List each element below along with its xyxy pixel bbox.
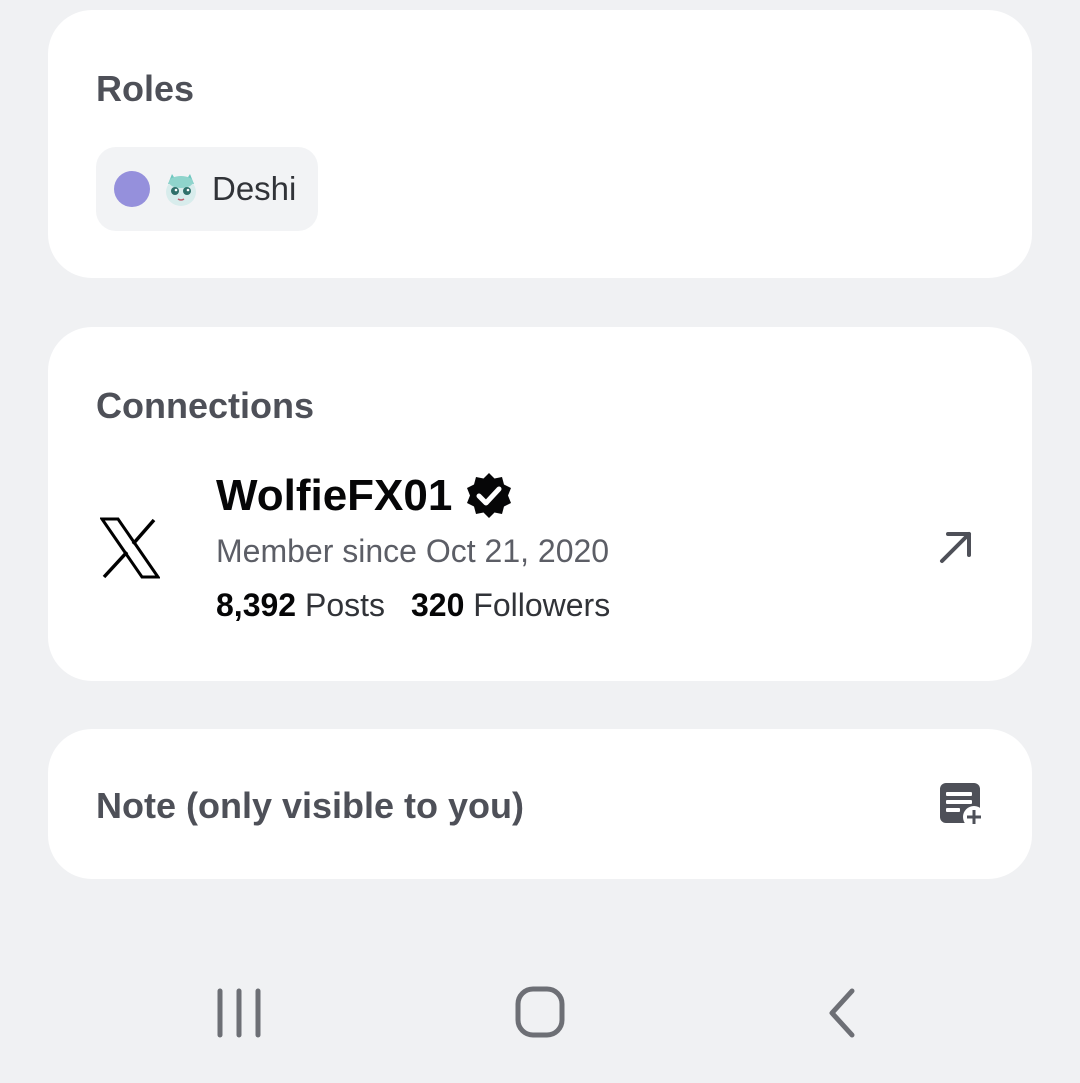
- back-icon[interactable]: [814, 985, 874, 1041]
- role-emoji-icon: [166, 174, 196, 206]
- connections-title: Connections: [96, 385, 315, 426]
- posts-label: Posts: [304, 587, 385, 623]
- note-card[interactable]: Note (only visible to you): [48, 729, 1032, 879]
- role-chip-deshi[interactable]: Deshi: [96, 147, 319, 231]
- connections-card: Connections WolfieFX01 Member since Oct …: [48, 327, 1032, 681]
- followers-count: 320: [411, 587, 465, 623]
- roles-title: Roles: [96, 68, 195, 109]
- role-name: Deshi: [212, 170, 297, 207]
- role-color-dot: [114, 171, 150, 207]
- posts-stat: 8,392 Posts: [216, 587, 385, 624]
- verified-badge-icon: [467, 473, 512, 518]
- roles-card: Roles Deshi: [48, 10, 1032, 278]
- member-since-text: Member since Oct 21, 2020: [216, 533, 610, 569]
- x-logo-icon: [100, 517, 160, 579]
- followers-label: Followers: [473, 587, 611, 623]
- add-note-icon[interactable]: [938, 781, 986, 829]
- home-icon[interactable]: [510, 985, 570, 1041]
- connection-name-row: WolfieFX01: [216, 471, 514, 521]
- connection-stats: 8,392 Posts 320 Followers: [216, 587, 610, 624]
- open-external-link-icon[interactable]: [936, 527, 976, 567]
- recents-icon[interactable]: [210, 985, 270, 1041]
- posts-count: 8,392: [216, 587, 297, 623]
- system-nav-bar: [0, 939, 1080, 1083]
- followers-stat: 320 Followers: [411, 587, 610, 624]
- connection-username: WolfieFX01: [216, 471, 453, 520]
- note-title: Note (only visible to you): [96, 785, 525, 826]
